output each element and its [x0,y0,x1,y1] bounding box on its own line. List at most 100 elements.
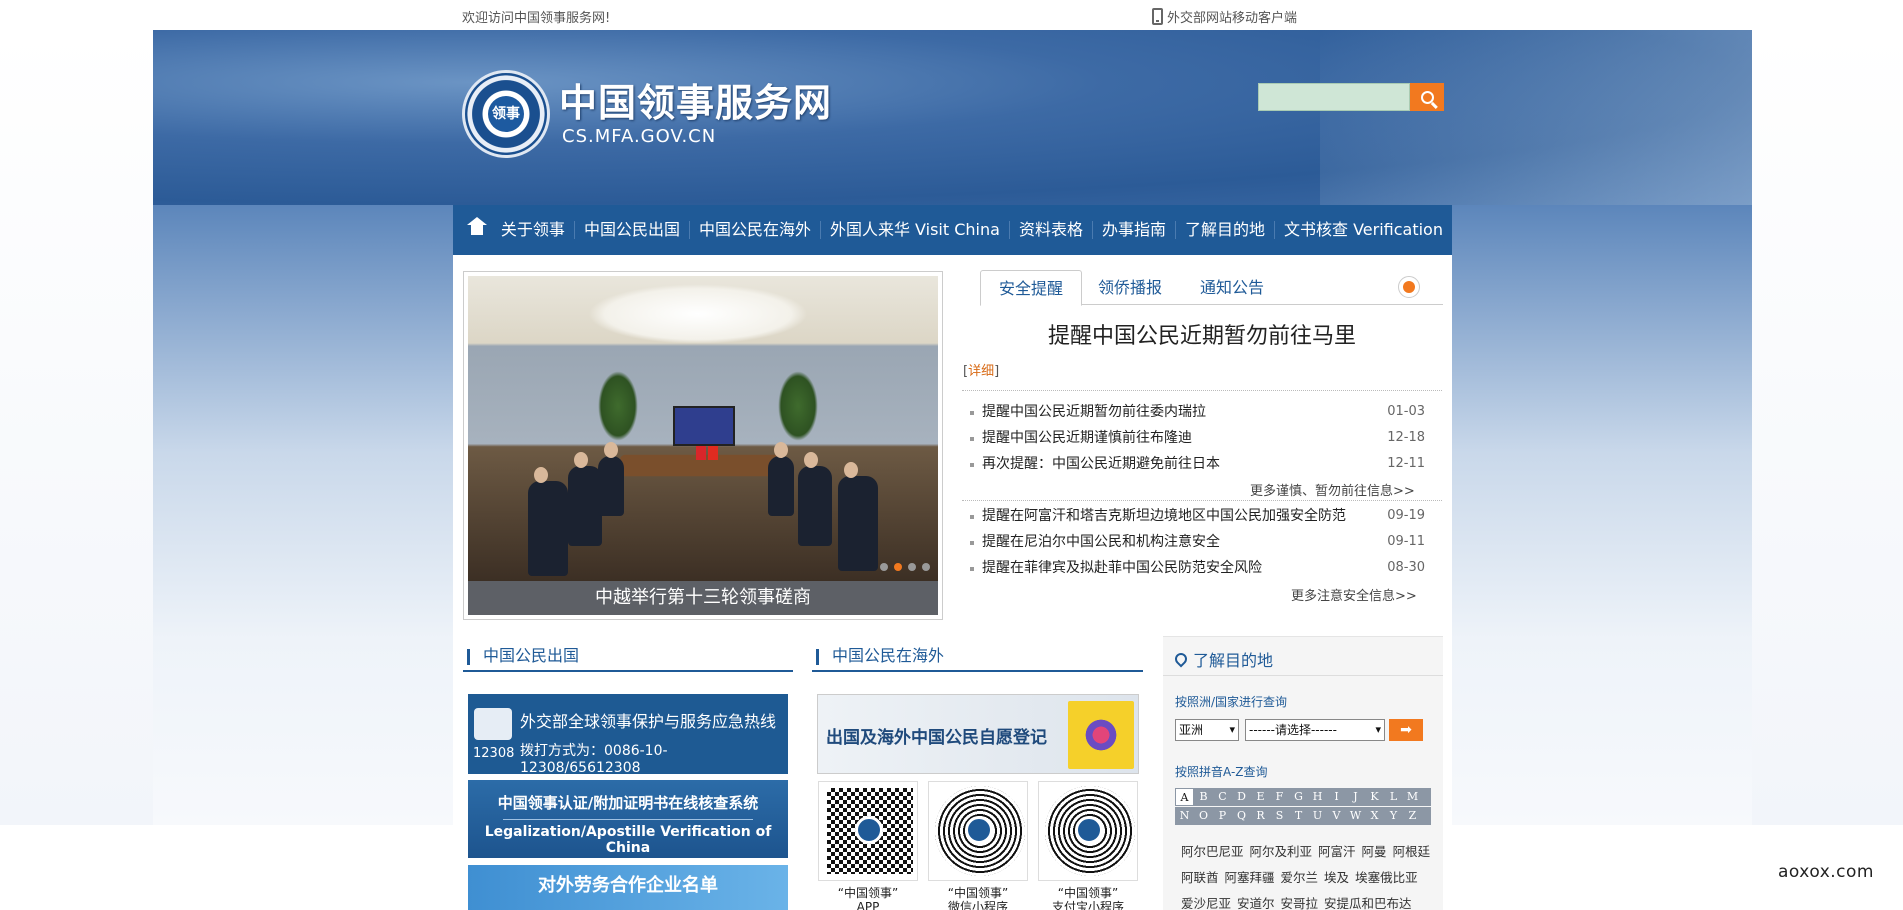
travel-illustration [1068,701,1134,769]
headline-title[interactable]: 提醒中国公民近期暂勿前往马里 [962,318,1442,350]
letter-e[interactable]: E [1251,788,1270,806]
divider [962,500,1442,501]
hotline-banner[interactable]: 12308 外交部全球领事保护与服务应急热线 拨打方式为：0086-10-123… [468,694,788,776]
news-title[interactable]: 提醒中国公民近期暂勿前往委内瑞拉 [982,404,1206,420]
country-select[interactable]: ------请选择------ [1245,719,1385,741]
slider-dot[interactable] [908,563,916,571]
qr-alipay[interactable] [1038,781,1138,881]
list-item[interactable]: 提醒在菲律宾及拟赴菲中国公民防范安全风险 08-30 [970,555,1425,581]
labor-cooperation-banner[interactable]: 对外劳务合作企业名单 [468,865,788,910]
country-link[interactable]: 阿尔巴尼亚 [1181,844,1244,859]
letter-k[interactable]: K [1365,788,1384,806]
nav-item-citizens-abroad[interactable]: 中国公民出国 [573,221,689,239]
letter-s[interactable]: S [1270,807,1289,825]
list-item[interactable]: 提醒中国公民近期谨慎前往布隆迪 12-18 [970,425,1425,451]
nav-home[interactable] [463,205,492,255]
list-item[interactable]: 提醒在尼泊尔中国公民和机构注意安全 09-11 [970,529,1425,555]
country-link[interactable]: 阿根廷 [1393,844,1431,859]
tab-notices[interactable]: 通知公告 [1182,270,1282,306]
nav-item-guide[interactable]: 办事指南 [1091,221,1175,239]
rss-icon [1403,281,1415,293]
more-safety-link[interactable]: 更多注意安全信息>> [1291,585,1417,604]
country-link[interactable]: 安哥拉 [1281,896,1319,910]
letter-q[interactable]: Q [1232,807,1251,825]
letter-h[interactable]: H [1308,788,1327,806]
letter-w[interactable]: W [1346,807,1365,825]
letter-u[interactable]: U [1308,807,1327,825]
country-link[interactable]: 爱尔兰 [1281,870,1319,885]
letter-y[interactable]: Y [1384,807,1403,825]
qr-wechat[interactable] [928,781,1028,881]
letter-l[interactable]: L [1384,788,1403,806]
citizen-registration-banner[interactable]: 出国及海外中国公民自愿登记 [817,694,1139,774]
news-title[interactable]: 提醒中国公民近期谨慎前往布隆迪 [982,430,1192,446]
country-link[interactable]: 埃塞俄比亚 [1355,870,1418,885]
site-title[interactable]: 中国领事服务网 [559,72,832,127]
nav-item-verification[interactable]: 文书核查 Verification [1274,221,1452,239]
letter-p[interactable]: P [1213,807,1232,825]
great-wall-backdrop [1320,30,1752,205]
section-title-outbound[interactable]: 中国公民出国 [463,640,793,672]
letter-g[interactable]: G [1289,788,1308,806]
letter-m[interactable]: M [1403,788,1422,806]
letter-z[interactable]: Z [1403,807,1422,825]
qr-app[interactable] [818,781,918,881]
letter-i[interactable]: I [1327,788,1346,806]
country-link[interactable]: 安道尔 [1237,896,1275,910]
letter-n[interactable]: N [1175,807,1194,825]
news-title[interactable]: 再次提醒：中国公民近期避免前往日本 [982,456,1220,472]
more-avoid-link[interactable]: 更多谨慎、暂勿前往信息>> [1250,480,1415,499]
list-item[interactable]: 提醒在阿富汗和塔吉克斯坦边境地区中国公民加强安全防范 09-19 [970,503,1425,529]
list-item[interactable]: 再次提醒：中国公民近期避免前往日本 12-11 [970,451,1425,477]
verification-banner[interactable]: 中国领事认证/附加证明书在线核查系统 Legalization/Apostill… [468,780,788,858]
tab-overseas-news[interactable]: 领侨播报 [1080,270,1180,306]
country-link[interactable]: 埃及 [1324,870,1349,885]
slide-caption[interactable]: 中越举行第十三轮领事磋商 [468,581,938,615]
letter-f[interactable]: F [1270,788,1289,806]
news-title[interactable]: 提醒在菲律宾及拟赴菲中国公民防范安全风险 [982,560,1262,576]
news-title[interactable]: 提醒在阿富汗和塔吉克斯坦边境地区中国公民加强安全防范 [982,508,1346,524]
letter-b[interactable]: B [1194,788,1213,806]
nav-item-visit-china[interactable]: 外国人来华 Visit China [819,221,1009,239]
mobile-client-link[interactable]: 外交部网站移动客户端 [1152,7,1297,26]
letter-d[interactable]: D [1232,788,1251,806]
letter-r[interactable]: R [1251,807,1270,825]
nav-item-destinations[interactable]: 了解目的地 [1174,221,1274,239]
letter-x[interactable]: X [1365,807,1384,825]
letter-a[interactable]: A [1175,788,1194,806]
country-link[interactable]: 阿联酋 [1181,870,1219,885]
country-link[interactable]: 阿富汗 [1318,844,1356,859]
news-title[interactable]: 提醒在尼泊尔中国公民和机构注意安全 [982,534,1220,550]
country-link[interactable]: 爱沙尼亚 [1181,896,1231,910]
section-title-overseas[interactable]: 中国公民在海外 [812,640,1143,672]
search-button[interactable] [1410,83,1444,111]
country-link[interactable]: 安提瓜和巴布达 [1324,896,1412,910]
letter-v[interactable]: V [1327,807,1346,825]
country-link[interactable]: 阿曼 [1362,844,1387,859]
slider-dot-active[interactable] [894,563,902,571]
divider [1163,675,1443,676]
tab-safety-alerts[interactable]: 安全提醒 [980,270,1083,306]
slide-image[interactable] [468,276,938,581]
letter-o[interactable]: O [1194,807,1213,825]
search-input[interactable] [1258,83,1410,111]
country-link[interactable]: 阿尔及利亚 [1250,844,1313,859]
letter-j[interactable]: J [1346,788,1365,806]
country-link[interactable]: 阿塞拜疆 [1225,870,1275,885]
rss-button[interactable] [1398,276,1420,298]
list-item[interactable]: 提醒中国公民近期暂勿前往委内瑞拉 01-03 [970,399,1425,425]
nav-item-about-consular[interactable]: 关于领事 [492,221,574,239]
letter-c[interactable]: C [1213,788,1232,806]
slider-dot[interactable] [922,563,930,571]
nav-item-forms[interactable]: 资料表格 [1008,221,1092,239]
go-button[interactable]: ➡ [1389,719,1423,741]
destination-title[interactable]: 了解目的地 [1172,647,1273,671]
detail-link[interactable]: 详细 [968,364,994,379]
news-tabs: 安全提醒 领侨播报 通知公告 [980,270,1443,306]
continent-select[interactable]: 亚洲 [1175,719,1239,741]
photo-slider[interactable]: 中越举行第十三轮领事磋商 [463,271,943,620]
slider-dot[interactable] [880,563,888,571]
nav-item-citizens-overseas[interactable]: 中国公民在海外 [688,221,820,239]
consular-emblem-logo[interactable]: 领事 [462,70,550,158]
letter-t[interactable]: T [1289,807,1308,825]
